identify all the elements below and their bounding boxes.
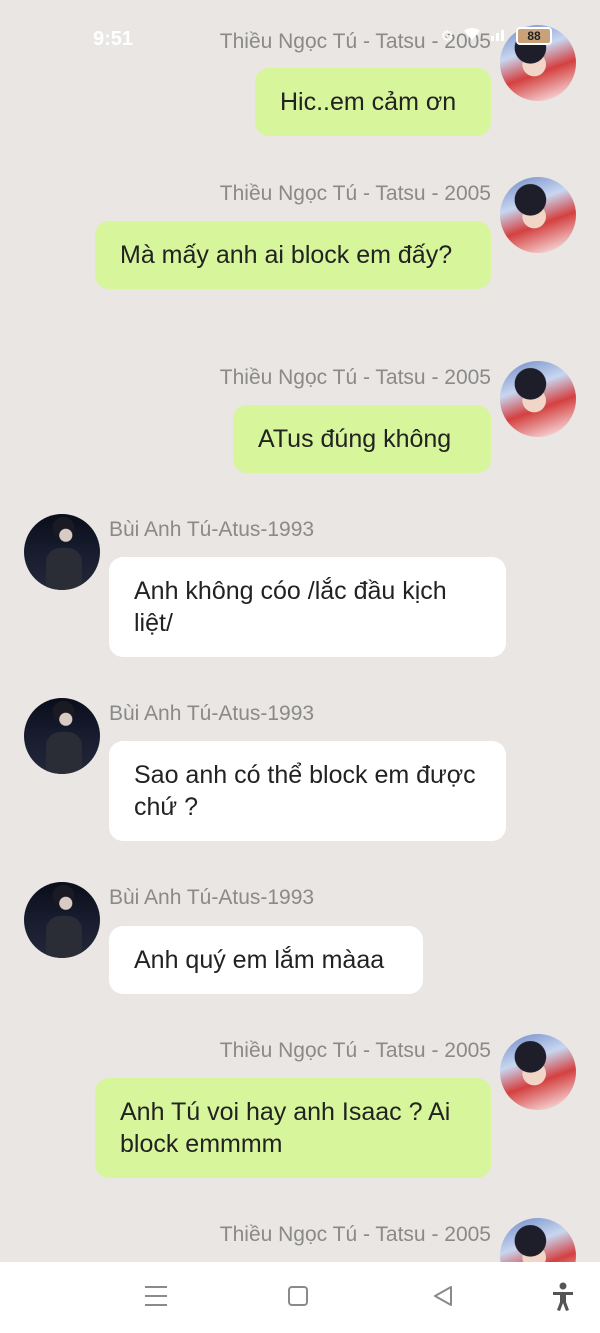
- back-icon[interactable]: [431, 1284, 455, 1313]
- message-bubble[interactable]: Mà mấy anh ai block em đấy?: [95, 221, 491, 289]
- status-icons: ⚙ 88: [441, 26, 552, 46]
- message-sender: Bùi Anh Tú-Atus-1993: [109, 518, 315, 541]
- navigation-bar: [0, 1262, 600, 1333]
- message-sender: Thiều Ngọc Tú - Tatsu - 2005: [219, 182, 491, 205]
- accessibility-icon[interactable]: [551, 1282, 575, 1317]
- avatar[interactable]: [500, 1034, 576, 1110]
- message-sender: Bùi Anh Tú-Atus-1993: [109, 702, 315, 725]
- notification-icon: ⚙: [440, 28, 454, 45]
- message-sender: Thiều Ngọc Tú - Tatsu - 2005: [219, 1039, 491, 1062]
- avatar[interactable]: [24, 882, 100, 958]
- avatar[interactable]: [24, 514, 100, 590]
- signal-icon: [490, 27, 508, 45]
- status-time: 9:51: [93, 28, 134, 50]
- message-bubble[interactable]: Sao anh có thể block em được chứ ?: [109, 741, 506, 841]
- avatar[interactable]: [500, 177, 576, 253]
- message-bubble[interactable]: Anh Tú voi hay anh Isaac ? Ai block emmm…: [95, 1078, 491, 1178]
- status-bar: 9:51 ⚙ 88: [0, 0, 600, 70]
- wifi-icon: [462, 26, 482, 46]
- message-bubble[interactable]: Hic..em cảm ơn: [255, 68, 491, 136]
- message-bubble[interactable]: ATus đúng không: [233, 405, 491, 473]
- home-icon[interactable]: [288, 1286, 308, 1306]
- menu-icon[interactable]: [145, 1286, 167, 1313]
- avatar[interactable]: [24, 698, 100, 774]
- battery-icon: 88: [516, 27, 552, 45]
- chat-thread: Thiều Ngọc Tú - Tatsu - 2005 Hic..em cảm…: [0, 0, 600, 1294]
- avatar[interactable]: [500, 361, 576, 437]
- message-bubble[interactable]: Anh không cóo /lắc đầu kịch liệt/: [109, 557, 506, 657]
- message-sender: Thiều Ngọc Tú - Tatsu - 2005: [219, 366, 491, 389]
- message-bubble[interactable]: Anh quý em lắm màaa: [109, 926, 423, 994]
- message-sender: Bùi Anh Tú-Atus-1993: [109, 886, 315, 909]
- message-sender: Thiều Ngọc Tú - Tatsu - 2005: [219, 1223, 491, 1246]
